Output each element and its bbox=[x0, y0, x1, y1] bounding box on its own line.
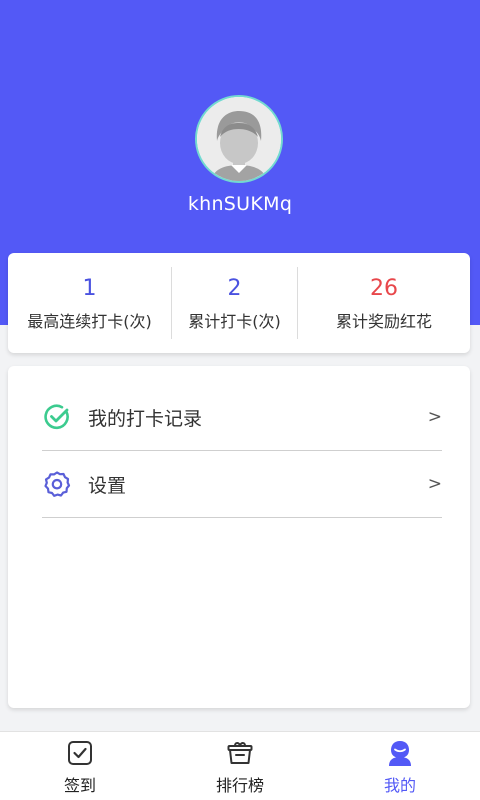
chevron-right-icon: > bbox=[427, 474, 442, 494]
stat-value: 2 bbox=[227, 276, 242, 301]
default-avatar-icon bbox=[197, 97, 281, 181]
stat-label: 累计奖励红花 bbox=[335, 312, 432, 331]
menu-card: 我的打卡记录 > 设置 > bbox=[8, 366, 470, 708]
chevron-right-icon: > bbox=[427, 407, 442, 427]
tab-label: 签到 bbox=[63, 776, 96, 795]
tab-profile[interactable]: 我的 bbox=[320, 732, 480, 800]
menu-item-label: 设置 bbox=[88, 474, 127, 497]
stat-label: 累计打卡(次) bbox=[188, 312, 281, 331]
menu-item-settings[interactable]: 设置 > bbox=[42, 451, 442, 518]
menu-item-checkin-records[interactable]: 我的打卡记录 > bbox=[42, 384, 442, 451]
tab-label: 排行榜 bbox=[215, 776, 264, 795]
menu-item-label: 我的打卡记录 bbox=[88, 407, 203, 430]
profile-icon bbox=[386, 739, 414, 767]
stat-max-streak[interactable]: 1 最高连续打卡(次) bbox=[8, 267, 171, 339]
bottom-tabbar: 签到 排行榜 我的 bbox=[0, 731, 480, 800]
tab-checkin[interactable]: 签到 bbox=[0, 732, 160, 800]
checkin-icon bbox=[66, 739, 94, 767]
gear-icon bbox=[42, 469, 72, 499]
profile-screen: khnSUKMq 1 最高连续打卡(次) 2 累计打卡(次) 26 累计奖励红花… bbox=[0, 0, 480, 800]
stat-label: 最高连续打卡(次) bbox=[27, 312, 152, 331]
avatar[interactable] bbox=[195, 95, 283, 183]
stat-total-flowers[interactable]: 26 累计奖励红花 bbox=[298, 267, 470, 339]
username: khnSUKMq bbox=[187, 193, 293, 215]
ranking-box-icon bbox=[226, 739, 254, 767]
stat-total-checkins[interactable]: 2 累计打卡(次) bbox=[171, 267, 298, 339]
stat-value: 1 bbox=[82, 276, 97, 301]
tab-label: 我的 bbox=[383, 776, 416, 795]
stats-card: 1 最高连续打卡(次) 2 累计打卡(次) 26 累计奖励红花 bbox=[8, 253, 470, 353]
tab-ranking[interactable]: 排行榜 bbox=[160, 732, 320, 800]
check-circle-icon bbox=[42, 402, 72, 432]
stat-value: 26 bbox=[370, 276, 398, 301]
